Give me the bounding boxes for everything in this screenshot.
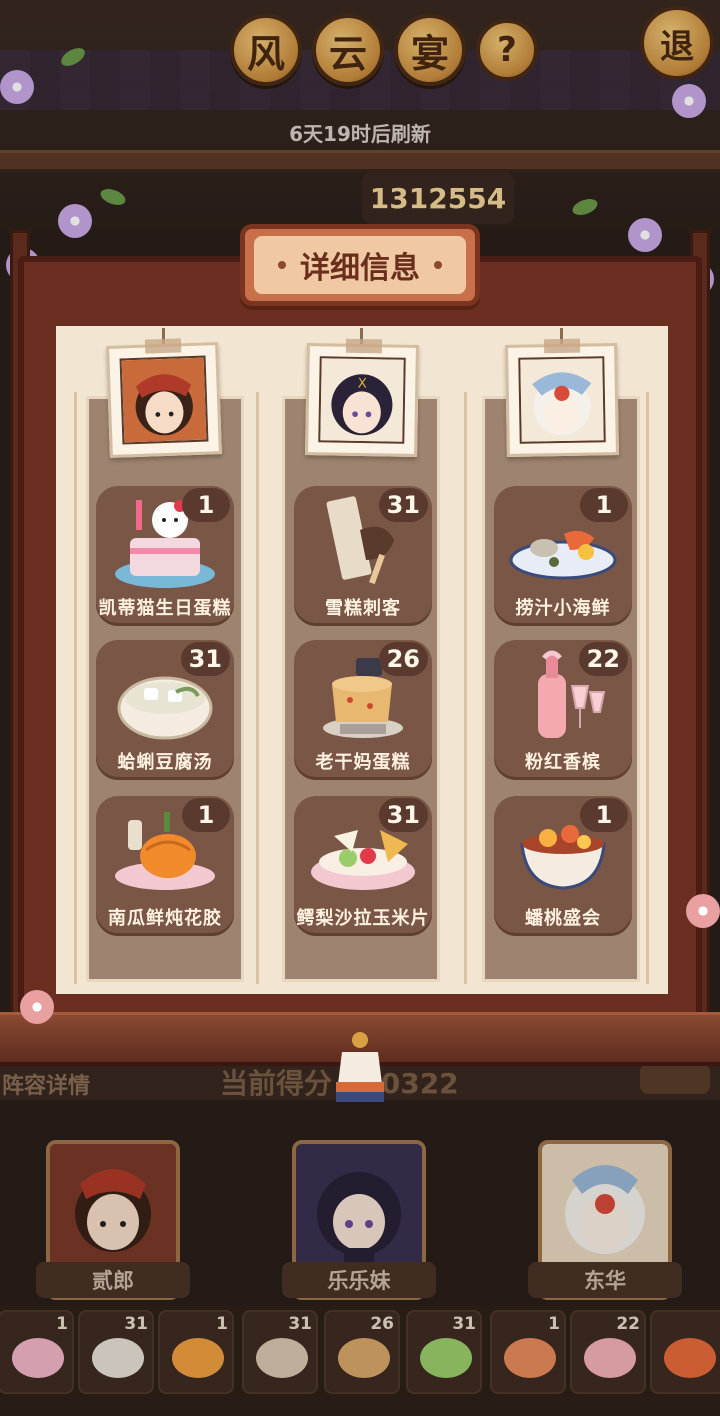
dish-card[interactable]: 26 老干妈蛋糕 (294, 640, 432, 780)
dish-name: 蛤蜊豆腐汤 (117, 752, 213, 773)
dish-name: 雪糕刺客 (325, 598, 401, 619)
dish-card[interactable]: 22 粉红香槟 (494, 640, 632, 780)
rail (74, 392, 77, 984)
dish-name: 蟠桃盛会 (525, 908, 601, 929)
tape-icon (144, 338, 182, 354)
rail (256, 392, 259, 984)
dish-count: 26 (378, 642, 428, 676)
dish-count: 31 (378, 488, 428, 522)
dish-count: 31 (378, 798, 428, 832)
dish-card[interactable]: 1 凯蒂猫生日蛋糕 (96, 486, 234, 626)
dish-card[interactable]: 31 雪糕刺客 (294, 486, 432, 626)
dish-name: 捞汁小海鲜 (515, 598, 611, 619)
dish-name: 老干妈蛋糕 (315, 752, 411, 773)
modal-title-plaque: 详细信息 (240, 224, 480, 306)
dish-card[interactable]: 31 鳄梨沙拉玉米片 (294, 796, 432, 936)
hero-donghua-avatar (518, 356, 606, 444)
dish-count: 31 (180, 642, 230, 676)
hero-erlang-avatar (119, 355, 209, 445)
portrait-frame-erlang (106, 338, 222, 458)
dish-count: 22 (578, 642, 628, 676)
plaque-dot (278, 261, 286, 269)
plaque-dot (434, 261, 442, 269)
flower-icon (686, 894, 720, 928)
tape-icon (543, 338, 581, 354)
dish-name: 鳄梨沙拉玉米片 (296, 908, 430, 929)
portrait-frame-lelemei: X (305, 338, 419, 457)
dish-card[interactable]: 1 捞汁小海鲜 (494, 486, 632, 626)
tape-icon (345, 338, 383, 354)
portrait-frame-donghua (505, 338, 619, 457)
tassel-icon (336, 1032, 384, 1102)
dish-count: 1 (580, 798, 628, 832)
dish-count: 1 (182, 798, 230, 832)
dish-count: 1 (182, 488, 230, 522)
rail (646, 392, 649, 984)
dish-name: 粉红香槟 (525, 752, 601, 773)
dish-card[interactable]: 1 南瓜鲜炖花胶 (96, 796, 234, 936)
dish-card[interactable]: 31 蛤蜊豆腐汤 (96, 640, 234, 780)
hero-lelemei-avatar: X (318, 356, 406, 444)
dish-name: 凯蒂猫生日蛋糕 (98, 598, 232, 619)
rail (464, 392, 467, 984)
dish-name: 南瓜鲜炖花胶 (108, 908, 222, 929)
dish-count: 1 (580, 488, 628, 522)
flower-icon (20, 990, 54, 1024)
modal-title: 详细信息 (300, 251, 420, 286)
svg-text:X: X (358, 377, 367, 392)
dish-card[interactable]: 1 蟠桃盛会 (494, 796, 632, 936)
